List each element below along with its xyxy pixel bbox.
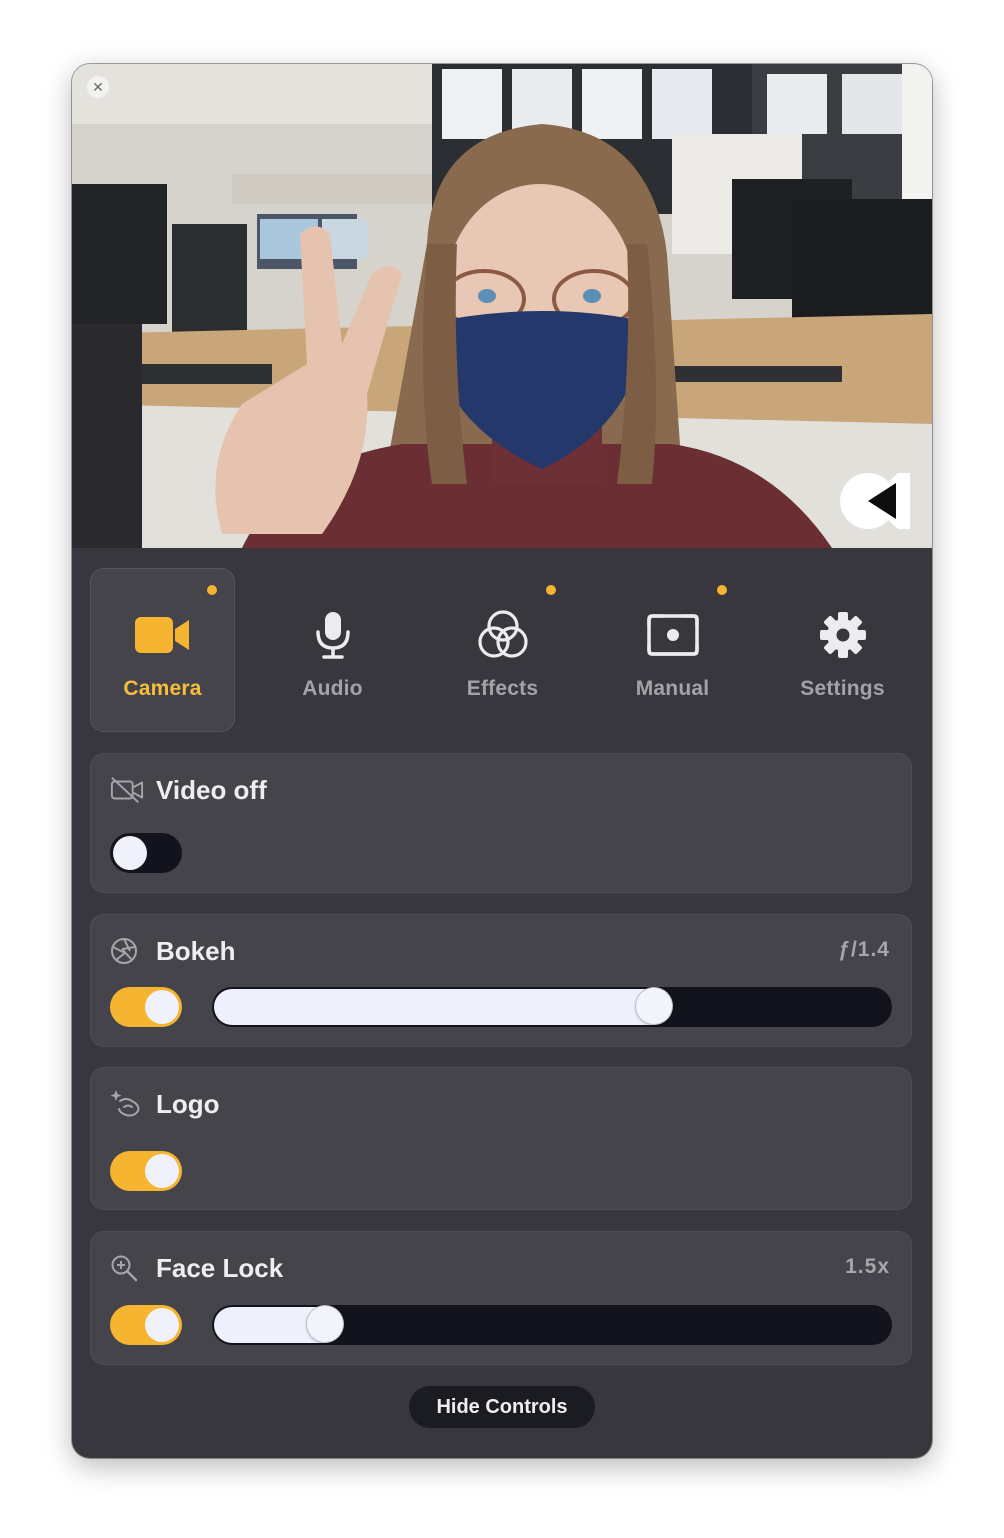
tab-label: Effects bbox=[466, 677, 539, 700]
tab-manual-indicator-dot bbox=[717, 585, 727, 595]
bokeh-value: ƒ/1.4 bbox=[838, 938, 890, 961]
video-off-label: Video off bbox=[156, 774, 267, 805]
face-lock-slider-thumb[interactable] bbox=[306, 1306, 343, 1342]
logo-toggle[interactable] bbox=[110, 1151, 182, 1191]
video-off-panel: Video off bbox=[90, 753, 912, 893]
bokeh-panel: Bokeh ƒ/1.4 bbox=[90, 914, 912, 1047]
control-tabs: Camera Audio Effects Manual Settings bbox=[90, 568, 914, 732]
tab-label: Settings bbox=[800, 677, 885, 700]
app-window: ✕ Camera Audio Effects Manual Settings V… bbox=[72, 64, 932, 1458]
bokeh-slider-fill bbox=[214, 989, 673, 1025]
video-off-icon bbox=[110, 773, 144, 807]
video-camera-icon bbox=[134, 608, 191, 662]
face-lock-toggle[interactable] bbox=[110, 1305, 182, 1345]
tab-camera-indicator-dot bbox=[207, 585, 217, 595]
logo-label: Logo bbox=[156, 1088, 220, 1119]
face-lock-panel: Face Lock 1.5x bbox=[90, 1231, 912, 1365]
tab-label: Audio bbox=[302, 677, 363, 700]
bokeh-slider[interactable] bbox=[212, 987, 892, 1027]
gear-icon bbox=[819, 608, 867, 662]
zoom-in-icon bbox=[110, 1251, 144, 1285]
tab-label: Camera bbox=[123, 677, 202, 700]
face-lock-slider[interactable] bbox=[212, 1305, 892, 1345]
close-button[interactable]: ✕ bbox=[87, 76, 109, 98]
toggle-knob bbox=[145, 990, 179, 1024]
toggle-knob bbox=[145, 1154, 179, 1188]
effects-circles-icon bbox=[477, 608, 529, 662]
tab-effects-indicator-dot bbox=[546, 585, 556, 595]
face-lock-value: 1.5x bbox=[845, 1255, 890, 1278]
manual-focus-icon bbox=[646, 608, 700, 662]
face-lock-label: Face Lock bbox=[156, 1252, 284, 1283]
camera-preview: ✕ bbox=[72, 64, 932, 548]
bokeh-toggle[interactable] bbox=[110, 987, 182, 1027]
tab-settings[interactable]: Settings bbox=[770, 568, 915, 732]
aperture-icon bbox=[110, 934, 144, 968]
bokeh-label: Bokeh bbox=[156, 935, 236, 966]
camera-preview-image bbox=[72, 64, 932, 548]
toggle-knob bbox=[113, 836, 147, 870]
tab-audio[interactable]: Audio bbox=[260, 568, 405, 732]
tab-label: Manual bbox=[635, 677, 710, 700]
video-off-toggle[interactable] bbox=[110, 833, 182, 873]
hide-controls-button[interactable]: Hide Controls bbox=[409, 1386, 595, 1428]
brand-logo-icon bbox=[840, 473, 910, 529]
toggle-knob bbox=[145, 1308, 179, 1342]
logo-sparkle-icon bbox=[110, 1087, 144, 1121]
logo-panel: Logo bbox=[90, 1067, 912, 1210]
microphone-icon bbox=[313, 608, 353, 662]
